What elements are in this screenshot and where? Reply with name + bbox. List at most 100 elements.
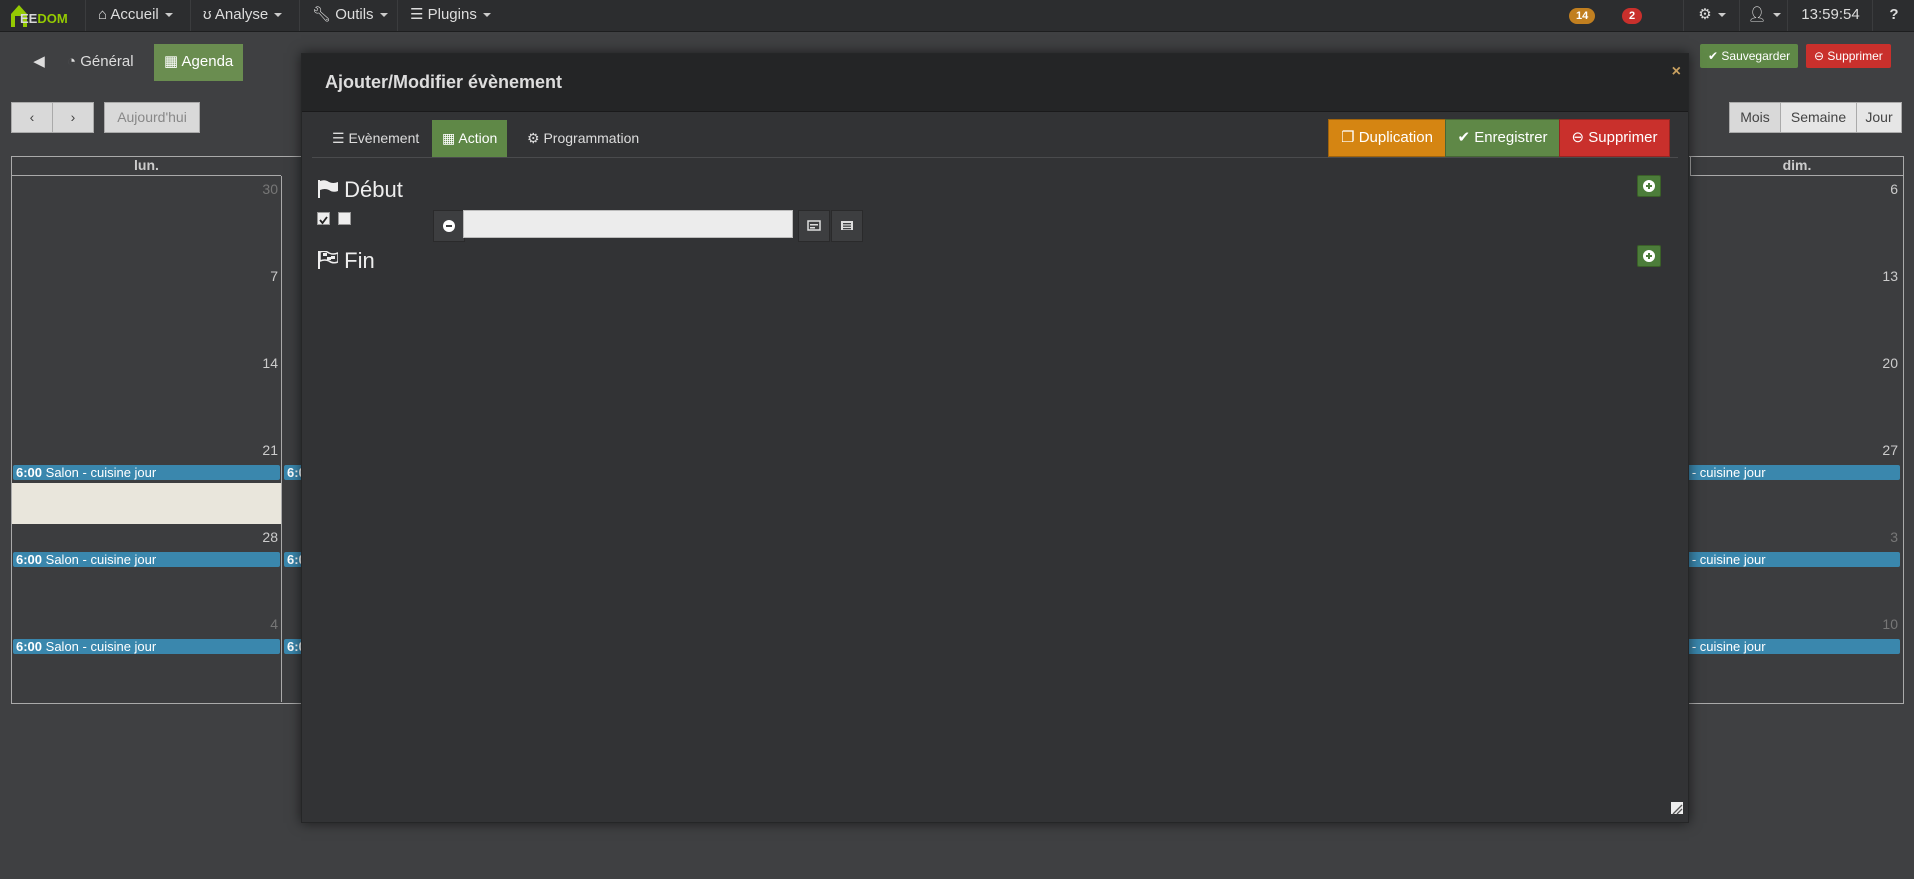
tasks-icon: ☰ bbox=[410, 6, 424, 23]
menu-outils-label: Outils bbox=[335, 6, 374, 23]
plus-circle-icon bbox=[1643, 250, 1655, 262]
resize-handle[interactable] bbox=[1671, 802, 1683, 815]
menu-accueil-label: Accueil bbox=[110, 6, 159, 23]
view-day-button[interactable]: Jour bbox=[1856, 102, 1902, 133]
view-month-button[interactable]: Mois bbox=[1729, 102, 1781, 133]
tab-action[interactable]: ▦ Action bbox=[432, 120, 508, 157]
help-button[interactable]: ? bbox=[1872, 0, 1914, 31]
calendar-next-button[interactable]: › bbox=[52, 102, 94, 133]
day-number: 21 bbox=[262, 442, 278, 458]
arrow-circle-left-icon: ◀ bbox=[33, 53, 45, 70]
save-button-label: Sauvegarder bbox=[1721, 49, 1791, 63]
delete-button-label: Supprimer bbox=[1827, 49, 1883, 63]
chevron-down-icon bbox=[274, 13, 283, 18]
menu-analyse-label: Analyse bbox=[214, 6, 269, 23]
updates-badge[interactable]: 2 bbox=[1622, 8, 1643, 24]
modal-title: Ajouter/Modifier évènement bbox=[325, 72, 563, 92]
back-button[interactable]: ◀ bbox=[18, 44, 60, 81]
chevron-right-icon: › bbox=[70, 109, 76, 125]
menu-plugins[interactable]: ☰ Plugins bbox=[397, 0, 501, 31]
tab-evenement[interactable]: ☰ Evènement bbox=[322, 120, 429, 157]
chevron-down-icon bbox=[379, 13, 388, 18]
calendar-event[interactable]: n - cuisine jour bbox=[1678, 639, 1900, 654]
dashboard-icon: ◔ bbox=[67, 53, 77, 70]
day-number: 14 bbox=[262, 355, 278, 371]
minus-circle-icon: ⊖ bbox=[1814, 49, 1825, 63]
list-alt-icon bbox=[807, 220, 821, 231]
minus-circle-icon bbox=[443, 220, 455, 232]
action-parallel-checkbox[interactable] bbox=[338, 212, 351, 225]
calendar-today-button[interactable]: Aujourd'hui bbox=[104, 102, 200, 133]
add-start-action-button[interactable] bbox=[1637, 175, 1661, 197]
list-icon: ☰ bbox=[332, 130, 345, 146]
modal-header: Ajouter/Modifier évènement × bbox=[302, 54, 1688, 112]
delete-event-button[interactable]: ⊖ Supprimer bbox=[1559, 119, 1670, 157]
settings-menu[interactable]: ⚙ bbox=[1683, 0, 1740, 31]
home-icon: ⌂ bbox=[98, 6, 108, 23]
copy-icon: ❐ bbox=[1341, 129, 1355, 146]
section-debut-label: Début bbox=[344, 177, 403, 202]
day-number: 3 bbox=[1890, 529, 1898, 545]
day-number: 7 bbox=[270, 268, 278, 284]
chevron-left-icon: ‹ bbox=[29, 109, 35, 125]
clock: 13:59:54 bbox=[1787, 0, 1873, 31]
stethoscope-icon: ʊ bbox=[203, 6, 212, 23]
save-event-button[interactable]: ✔ Enregistrer bbox=[1445, 119, 1560, 157]
chevron-down-icon bbox=[482, 13, 491, 18]
messages-badge[interactable]: 14 bbox=[1569, 8, 1596, 24]
save-button[interactable]: ✔ Sauvegarder bbox=[1700, 44, 1799, 68]
action-command-input[interactable] bbox=[463, 210, 793, 238]
calendar-event[interactable]: 6:00 Salon - cuisine jour bbox=[13, 639, 280, 654]
user-menu[interactable]: 👤︎ bbox=[1739, 0, 1788, 31]
day-header-mon: lun. bbox=[12, 156, 281, 176]
menu-outils[interactable]: 🔧︎ Outils bbox=[299, 0, 398, 31]
action-enabled-checkbox[interactable] bbox=[317, 212, 330, 225]
calendar-event[interactable]: n - cuisine jour bbox=[1678, 465, 1900, 480]
duplicate-button[interactable]: ❐ Duplication bbox=[1328, 119, 1446, 157]
delete-button[interactable]: ⊖ Supprimer bbox=[1806, 44, 1891, 68]
tab-agenda[interactable]: ▦ Agenda bbox=[154, 44, 244, 81]
section-fin-label: Fin bbox=[344, 248, 375, 273]
day-number: 10 bbox=[1882, 616, 1898, 632]
tab-programmation[interactable]: ⚙ Programmation bbox=[517, 120, 649, 157]
view-week-button[interactable]: Semaine bbox=[1780, 102, 1857, 133]
tab-general[interactable]: ◔ Général bbox=[57, 44, 144, 81]
tab-programmation-label: Programmation bbox=[543, 130, 640, 146]
cogs-icon: ⚙ bbox=[1698, 6, 1712, 23]
jeedom-logo[interactable]: EEDOM bbox=[6, 2, 72, 30]
day-number: 28 bbox=[262, 529, 278, 545]
resize-icon bbox=[1672, 804, 1683, 815]
day-number: 20 bbox=[1882, 355, 1898, 371]
calendar-prev-button[interactable]: ‹ bbox=[11, 102, 53, 133]
select-action-button[interactable] bbox=[831, 210, 863, 242]
menu-analyse[interactable]: ʊ Analyse bbox=[190, 0, 292, 31]
chevron-down-icon bbox=[1772, 13, 1781, 18]
plus-circle-icon bbox=[1643, 180, 1655, 192]
close-icon[interactable]: × bbox=[1672, 63, 1681, 81]
calendar-event[interactable]: 6:00 Salon - cuisine jour bbox=[13, 465, 280, 480]
section-debut: Début bbox=[318, 177, 403, 203]
day-number: 27 bbox=[1882, 442, 1898, 458]
remove-action-button[interactable] bbox=[433, 210, 465, 242]
chevron-down-icon bbox=[164, 13, 173, 18]
calendar-event[interactable]: n - cuisine jour bbox=[1678, 552, 1900, 567]
tasks-icon bbox=[841, 221, 853, 230]
day-header-sun: dim. bbox=[1690, 156, 1903, 176]
menu-accueil[interactable]: ⌂ Accueil bbox=[85, 0, 183, 31]
day-number: 13 bbox=[1882, 268, 1898, 284]
check-circle-icon: ✔ bbox=[1708, 49, 1719, 63]
user-icon: 👤︎ bbox=[1747, 6, 1767, 23]
event-modal: Ajouter/Modifier évènement × ☰ Evènement… bbox=[301, 53, 1689, 823]
section-fin: Fin bbox=[318, 248, 375, 274]
cogs-icon: ⚙ bbox=[527, 130, 540, 146]
flag-icon bbox=[318, 180, 338, 198]
calendar-event[interactable]: 6:00 Salon - cuisine jour bbox=[13, 552, 280, 567]
tab-agenda-label: Agenda bbox=[181, 53, 234, 70]
minus-circle-icon: ⊖ bbox=[1571, 129, 1585, 146]
tab-general-label: Général bbox=[80, 53, 134, 70]
select-command-button[interactable] bbox=[798, 210, 830, 242]
day-number: 6 bbox=[1890, 181, 1898, 197]
calendar-today-cell bbox=[12, 483, 281, 524]
add-end-action-button[interactable] bbox=[1637, 245, 1661, 267]
delete-event-button-label: Supprimer bbox=[1588, 129, 1658, 146]
